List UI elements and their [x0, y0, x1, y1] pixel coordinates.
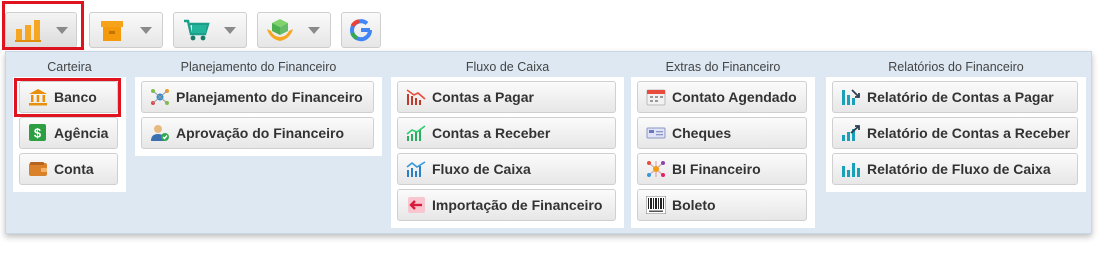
estoque-menu-button[interactable]	[89, 12, 163, 48]
column-carteira: Carteira Banco $ Agência Conta	[13, 57, 126, 192]
chart-up-icon	[406, 124, 426, 142]
barcode-icon	[645, 195, 667, 215]
box-icon	[98, 17, 126, 43]
menu-item-label: Relatório de Contas a Receber	[867, 125, 1071, 141]
menu-item-conta[interactable]: Conta	[19, 153, 118, 185]
chevron-down-icon	[308, 26, 320, 34]
bar-chart-icon	[14, 17, 42, 43]
menu-item-label: Cheques	[672, 125, 732, 141]
bi-network-icon	[646, 160, 666, 178]
shopping-cart-icon	[182, 17, 210, 43]
menu-item-label: Importação de Financeiro	[432, 197, 603, 213]
column-title: Relatórios do Financeiro	[826, 57, 1086, 77]
chevron-down-icon	[56, 26, 68, 34]
menu-item-label: Relatório de Fluxo de Caixa	[867, 161, 1051, 177]
menu-item-label: Agência	[54, 125, 109, 141]
menu-item-label: Fluxo de Caixa	[432, 161, 531, 177]
top-toolbar	[0, 0, 1107, 50]
svg-text:$: $	[34, 126, 42, 141]
column-title: Extras do Financeiro	[631, 57, 815, 77]
menu-item-banco[interactable]: Banco	[19, 81, 118, 113]
menu-item-label: Boleto	[672, 197, 716, 213]
dollar-icon: $	[28, 124, 48, 142]
menu-item-relatorio-de-contas-a-receber[interactable]: Relatório de Contas a Receber	[832, 117, 1078, 149]
menu-item-contas-a-pagar[interactable]: Contas a Pagar	[397, 81, 616, 113]
hands-box-icon	[266, 17, 294, 43]
menu-item-label: Contato Agendado	[672, 89, 797, 105]
report-flow-icon	[841, 160, 861, 178]
menu-item-relatorio-de-fluxo-de-caixa[interactable]: Relatório de Fluxo de Caixa	[832, 153, 1078, 185]
column-title: Fluxo de Caixa	[391, 57, 624, 77]
google-button[interactable]	[341, 12, 381, 48]
cheque-icon	[646, 124, 666, 142]
menu-item-importacao-de-financeiro[interactable]: Importação de Financeiro	[397, 189, 616, 221]
bank-icon	[28, 88, 48, 106]
menu-item-fluxo-de-caixa[interactable]: Fluxo de Caixa	[397, 153, 616, 185]
chart-flow-icon	[406, 160, 426, 178]
menu-item-label: Planejamento do Financeiro	[176, 89, 363, 105]
report-up-icon	[841, 124, 861, 142]
menu-item-agencia[interactable]: $ Agência	[19, 117, 118, 149]
column-relatorios-do-financeiro: Relatórios do Financeiro Relatório de Co…	[826, 57, 1086, 192]
menu-item-label: Contas a Pagar	[432, 89, 534, 105]
user-approval-icon	[150, 124, 170, 142]
wallet-icon	[28, 160, 48, 178]
menu-item-bi-financeiro[interactable]: BI Financeiro	[637, 153, 807, 185]
financeiro-menu-button[interactable]	[5, 12, 77, 48]
menu-item-label: Conta	[54, 161, 94, 177]
menu-item-boleto[interactable]: Boleto	[637, 189, 807, 221]
servicos-menu-button[interactable]	[257, 12, 331, 48]
menu-item-contas-a-receber[interactable]: Contas a Receber	[397, 117, 616, 149]
financeiro-dropdown-panel: Carteira Banco $ Agência Conta Planejame…	[5, 51, 1092, 234]
menu-item-label: Relatório de Contas a Pagar	[867, 89, 1054, 105]
vendas-menu-button[interactable]	[173, 12, 247, 48]
menu-item-label: Contas a Receber	[432, 125, 551, 141]
menu-item-cheques[interactable]: Cheques	[637, 117, 807, 149]
column-fluxo-de-caixa: Fluxo de Caixa Contas a Pagar Contas a R…	[391, 57, 624, 228]
menu-item-aprovacao-do-financeiro[interactable]: Aprovação do Financeiro	[141, 117, 374, 149]
column-planejamento: Planejamento do Financeiro Planejamento …	[135, 57, 382, 156]
chart-down-icon	[406, 88, 426, 106]
menu-item-contato-agendado[interactable]: Contato Agendado	[637, 81, 807, 113]
menu-item-planejamento-do-financeiro[interactable]: Planejamento do Financeiro	[141, 81, 374, 113]
import-arrow-icon	[406, 196, 426, 214]
google-icon	[348, 17, 374, 43]
chevron-down-icon	[140, 26, 152, 34]
menu-item-label: Aprovação do Financeiro	[176, 125, 345, 141]
column-title: Carteira	[13, 57, 126, 77]
menu-item-label: Banco	[54, 89, 97, 105]
chevron-down-icon	[224, 26, 236, 34]
calendar-icon	[646, 88, 666, 106]
column-title: Planejamento do Financeiro	[135, 57, 382, 77]
network-icon	[150, 88, 170, 106]
menu-item-relatorio-de-contas-a-pagar[interactable]: Relatório de Contas a Pagar	[832, 81, 1078, 113]
column-extras-do-financeiro: Extras do Financeiro Contato Agendado Ch…	[631, 57, 815, 228]
menu-item-label: BI Financeiro	[672, 161, 761, 177]
report-down-icon	[841, 88, 861, 106]
